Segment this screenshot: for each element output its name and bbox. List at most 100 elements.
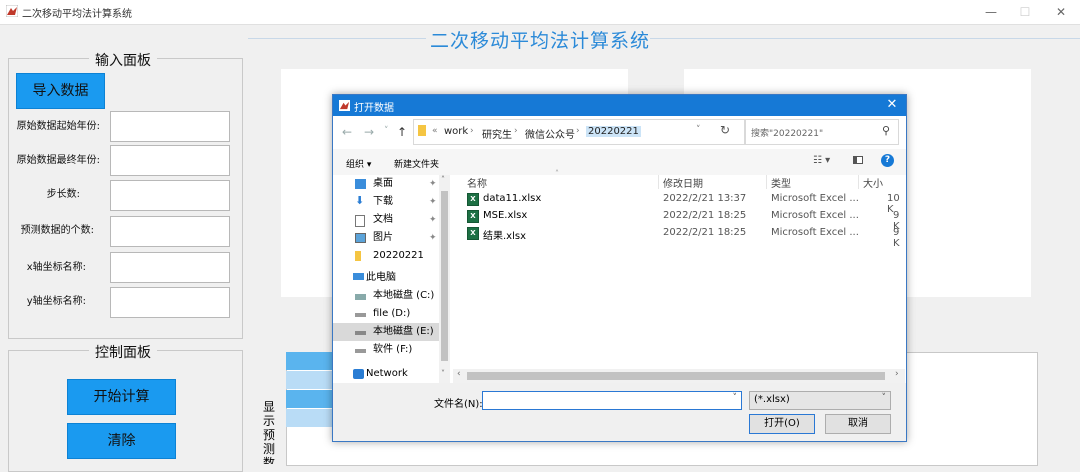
file-modified: 2022/2/21 13:37 bbox=[663, 193, 747, 204]
nav-item-drive-e[interactable]: 本地磁盘 (E:) bbox=[333, 323, 439, 341]
breadcrumb-item[interactable]: 微信公众号 bbox=[525, 126, 575, 141]
recent-chevron-icon[interactable]: ˅ bbox=[384, 126, 389, 136]
nav-item-folder[interactable]: 20220221 bbox=[333, 247, 439, 265]
horizontal-scrollbar[interactable]: ‹ › bbox=[453, 369, 905, 383]
window-title: 二次移动平均法计算系统 bbox=[22, 9, 132, 20]
open-file-dialog: 打开数据 ✕ ← → ˅ ↑ « work › 研究生 › 微信公众号 › 20… bbox=[332, 94, 907, 442]
forecast-count-input[interactable] bbox=[110, 216, 230, 247]
dialog-close-button[interactable]: ✕ bbox=[882, 97, 902, 112]
help-icon[interactable]: ? bbox=[881, 154, 894, 167]
column-modified[interactable]: 修改日期 bbox=[663, 175, 703, 190]
nav-item-network[interactable]: Network bbox=[333, 365, 439, 383]
scroll-right-icon[interactable]: › bbox=[895, 369, 899, 379]
scroll-thumb[interactable] bbox=[441, 191, 448, 361]
nav-item-label: 20220221 bbox=[373, 250, 424, 261]
nav-item-label: 图片 bbox=[373, 232, 393, 243]
dialog-title: 打开数据 bbox=[354, 103, 394, 114]
scroll-up-icon[interactable]: ˄ bbox=[441, 175, 445, 184]
file-type: Microsoft Excel ... bbox=[771, 193, 859, 204]
drive-icon bbox=[355, 294, 366, 300]
start-year-input[interactable] bbox=[110, 111, 230, 142]
open-button[interactable]: 打开(O) bbox=[749, 414, 815, 434]
file-type: Microsoft Excel ... bbox=[771, 210, 859, 221]
forecast-count-label: 预测数据的个数: bbox=[20, 225, 94, 236]
file-type: Microsoft Excel ... bbox=[771, 227, 859, 238]
breadcrumb-item[interactable]: 研究生 bbox=[482, 126, 512, 141]
step-count-input[interactable] bbox=[110, 180, 230, 211]
dialog-titlebar: 打开数据 ✕ bbox=[333, 95, 906, 116]
clear-button[interactable]: 清除 bbox=[67, 423, 176, 459]
cancel-button[interactable]: 取消 bbox=[825, 414, 891, 434]
drive-icon bbox=[355, 349, 366, 353]
control-panel-title: 控制面板 bbox=[89, 342, 157, 362]
chevron-down-icon[interactable]: ˅ bbox=[733, 393, 738, 403]
pin-icon: ✦ bbox=[429, 197, 437, 207]
back-arrow-icon[interactable]: ← bbox=[342, 125, 352, 139]
scroll-thumb[interactable] bbox=[467, 372, 885, 380]
nav-item-drive-f[interactable]: 软件 (F:) bbox=[333, 341, 439, 359]
nav-item-desktop[interactable]: 桌面 ✦ bbox=[333, 175, 439, 193]
pin-icon: ✦ bbox=[429, 233, 437, 243]
column-name[interactable]: 名称 bbox=[467, 175, 487, 190]
table-header-strip bbox=[286, 352, 332, 370]
organize-button[interactable]: 组织 ▾ bbox=[346, 157, 371, 170]
file-name: data11.xlsx bbox=[483, 193, 542, 204]
search-input[interactable]: 搜索"20220221" ⚲ bbox=[745, 119, 899, 145]
nav-item-label: 本地磁盘 (C:) bbox=[373, 290, 435, 301]
folder-icon bbox=[355, 251, 361, 261]
column-type[interactable]: 类型 bbox=[771, 175, 791, 190]
nav-item-documents[interactable]: 文档 ✦ bbox=[333, 211, 439, 229]
view-options-icon[interactable]: ☷ ▾ bbox=[813, 155, 830, 166]
nav-item-label: 下载 bbox=[373, 196, 393, 207]
import-data-button[interactable]: 导入数据 bbox=[16, 73, 105, 109]
header-line-left bbox=[248, 38, 426, 39]
start-calculation-button[interactable]: 开始计算 bbox=[67, 379, 176, 415]
close-button[interactable]: ✕ bbox=[1042, 0, 1080, 24]
chevron-down-icon[interactable]: ˅ bbox=[882, 393, 887, 403]
nav-item-label: 文档 bbox=[373, 214, 393, 225]
search-icon: ⚲ bbox=[882, 124, 891, 137]
sort-indicator-icon: ˄ bbox=[555, 169, 559, 178]
refresh-icon[interactable]: ↻ bbox=[720, 123, 730, 137]
navigation-pane: 桌面 ✦ ⬇ 下载 ✦ 文档 ✦ 图片 ✦ 20220221 此电脑 本地磁盘 bbox=[333, 175, 451, 387]
preview-pane-icon[interactable] bbox=[853, 156, 863, 164]
nav-item-downloads[interactable]: ⬇ 下载 ✦ bbox=[333, 193, 439, 211]
file-name: 结果.xlsx bbox=[483, 231, 527, 242]
nav-item-label: 软件 (F:) bbox=[373, 344, 413, 355]
breadcrumb-separator: › bbox=[514, 126, 518, 136]
address-bar[interactable]: « work › 研究生 › 微信公众号 › 20220221 ˅ ↻ bbox=[413, 119, 745, 145]
nav-scrollbar[interactable]: ˄ ˅ bbox=[439, 175, 450, 383]
minimize-button[interactable]: — bbox=[972, 0, 1010, 24]
y-axis-name-input[interactable] bbox=[110, 287, 230, 318]
nav-item-drive-d[interactable]: file (D:) bbox=[333, 305, 439, 323]
scroll-down-icon[interactable]: ˅ bbox=[441, 369, 445, 378]
nav-item-drive-c[interactable]: 本地磁盘 (C:) bbox=[333, 287, 439, 305]
x-axis-name-input[interactable] bbox=[110, 252, 230, 283]
new-folder-button[interactable]: 新建文件夹 bbox=[394, 157, 439, 170]
filename-input[interactable]: ˅ bbox=[482, 391, 742, 410]
nav-item-pictures[interactable]: 图片 ✦ bbox=[333, 229, 439, 247]
file-row[interactable]: X 结果.xlsx 2022/2/21 18:25 Microsoft Exce… bbox=[467, 226, 907, 249]
up-arrow-icon[interactable]: ↑ bbox=[397, 125, 407, 139]
matlab-app-icon bbox=[6, 5, 18, 17]
forward-arrow-icon[interactable]: → bbox=[364, 125, 374, 139]
breadcrumb-overflow[interactable]: « bbox=[432, 126, 438, 136]
breadcrumb-item-current[interactable]: 20220221 bbox=[586, 126, 641, 137]
file-list: 名称 ˄ 修改日期 类型 大小 X data11.xlsx 2022/2/21 … bbox=[453, 169, 907, 369]
scroll-left-icon[interactable]: ‹ bbox=[457, 369, 461, 379]
folder-icon bbox=[418, 125, 426, 136]
breadcrumb-item[interactable]: work bbox=[444, 126, 468, 137]
column-size[interactable]: 大小 bbox=[863, 175, 883, 190]
file-row[interactable]: X data11.xlsx 2022/2/21 13:37 Microsoft … bbox=[467, 192, 907, 215]
file-row[interactable]: X MSE.xlsx 2022/2/21 18:25 Microsoft Exc… bbox=[467, 209, 907, 232]
nav-item-this-pc[interactable]: 此电脑 bbox=[333, 269, 439, 287]
column-divider bbox=[658, 175, 659, 189]
chevron-down-icon[interactable]: ˅ bbox=[696, 125, 701, 135]
window-titlebar: 二次移动平均法计算系统 — ☐ ✕ bbox=[0, 0, 1080, 25]
document-icon bbox=[355, 215, 365, 227]
nav-item-label: Network bbox=[366, 368, 408, 379]
maximize-button[interactable]: ☐ bbox=[1006, 0, 1044, 24]
dialog-bottom: 文件名(N): ˅ (*.xlsx) ˅ 打开(O) 取消 bbox=[333, 383, 906, 441]
end-year-input[interactable] bbox=[110, 145, 230, 176]
file-type-filter[interactable]: (*.xlsx) ˅ bbox=[749, 391, 891, 410]
